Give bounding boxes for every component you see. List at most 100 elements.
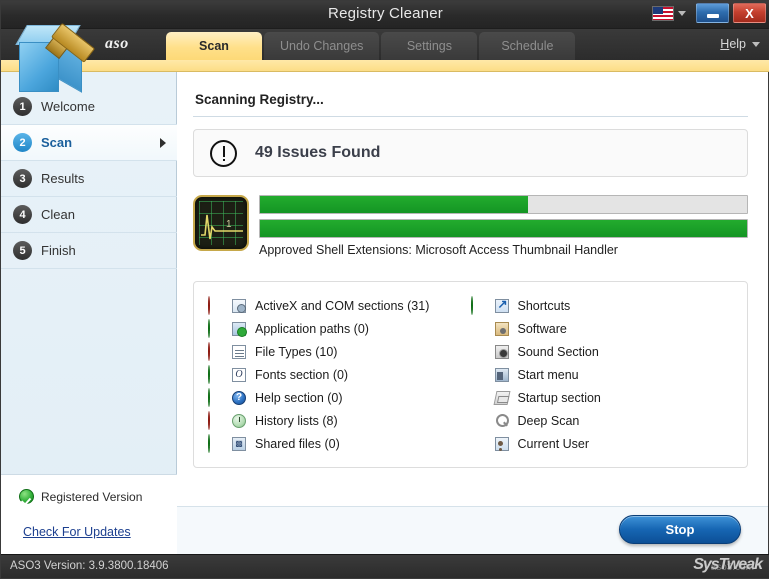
tab-scan-label: Scan	[199, 39, 229, 53]
list-item[interactable]: Start menu	[471, 363, 734, 386]
us-flag-icon[interactable]	[652, 5, 674, 21]
check-circle-icon	[208, 364, 210, 384]
action-bar: Stop	[177, 506, 768, 554]
step-number-1: 1	[13, 97, 32, 116]
list-item[interactable]: Current User	[471, 432, 734, 455]
close-button[interactable]: X	[733, 3, 766, 23]
category-label: Software	[517, 321, 567, 336]
apppaths-icon	[232, 321, 247, 337]
step-number-3: 3	[13, 169, 32, 188]
language-chevron-down-icon[interactable]	[678, 10, 686, 16]
help-menu-button[interactable]: Help	[720, 37, 760, 51]
category-label: Application paths (0)	[255, 321, 369, 336]
tab-schedule[interactable]: Schedule	[479, 32, 576, 60]
check-circle-icon	[208, 387, 210, 407]
sidebar-item-results[interactable]: 3 Results	[1, 161, 177, 197]
current-progress-fill	[260, 220, 747, 237]
check-circle-icon	[208, 433, 210, 453]
scan-categories-panel: ActiveX and COM sections (31) Applicatio…	[193, 281, 748, 468]
category-label: ActiveX and COM sections (31)	[255, 298, 430, 313]
sidebar-item-welcome-label: Welcome	[41, 99, 95, 114]
list-item[interactable]: Application paths (0)	[208, 317, 471, 340]
error-circle-icon	[208, 410, 210, 430]
step-number-2: 2	[13, 133, 32, 152]
chevron-right-icon	[160, 138, 166, 148]
exclamation-circle-icon	[210, 139, 237, 167]
help-icon: ?	[232, 390, 246, 405]
category-label: Start menu	[517, 367, 579, 382]
step-number-4: 4	[13, 205, 32, 224]
registry-cleaner-window: Registry Cleaner X aso Scan Undo Changes	[0, 0, 769, 579]
fonts-icon: O	[232, 367, 246, 382]
help-label: Help	[720, 37, 746, 51]
sidebar-item-scan[interactable]: 2 Scan	[1, 125, 177, 161]
brand-logo-text: aso	[105, 35, 129, 52]
progress-bars: Approved Shell Extensions: Microsoft Acc…	[259, 195, 748, 257]
sidebar-item-finish[interactable]: 5 Finish	[1, 233, 177, 269]
registered-version-label: Registered Version	[41, 489, 143, 504]
error-circle-icon	[208, 341, 210, 361]
list-item[interactable]: ▩ Shared files (0)	[208, 432, 471, 455]
list-item[interactable]: File Types (10)	[208, 340, 471, 363]
step-number-5: 5	[13, 241, 32, 260]
category-label: Deep Scan	[517, 413, 580, 428]
title-bar: Registry Cleaner X	[1, 1, 769, 29]
overall-progress-fill	[260, 196, 528, 213]
app-logo	[7, 19, 103, 97]
sound-icon	[494, 344, 509, 359]
current-scan-item: Approved Shell Extensions: Microsoft Acc…	[259, 243, 618, 257]
tab-list: Scan Undo Changes Settings Schedule	[166, 32, 576, 60]
tab-settings[interactable]: Settings	[381, 32, 478, 60]
list-item[interactable]: ? Help section (0)	[208, 386, 471, 409]
startup-icon	[493, 390, 510, 405]
tab-settings-label: Settings	[406, 39, 452, 53]
gold-accent-strip	[1, 60, 769, 72]
tab-bar: aso Scan Undo Changes Settings Schedule …	[1, 29, 769, 60]
waveform-icon	[201, 214, 243, 240]
stop-button-label: Stop	[665, 522, 695, 537]
sidebar-item-scan-label: Scan	[41, 135, 73, 150]
sidebar-footer: Registered Version Check For Updates	[1, 474, 177, 554]
category-label: Shared files (0)	[255, 436, 340, 451]
close-icon: X	[745, 5, 754, 21]
currentuser-icon	[494, 436, 509, 451]
main-content: Scanning Registry... 49 Issues Found 1 A…	[177, 72, 768, 554]
minimize-button[interactable]	[696, 3, 729, 23]
sidebar-item-clean-label: Clean	[41, 207, 75, 222]
category-label: Help section (0)	[255, 390, 343, 405]
list-item[interactable]: Sound Section	[471, 340, 734, 363]
scan-categories-left-column: ActiveX and COM sections (31) Applicatio…	[208, 294, 471, 455]
sidebar-item-results-label: Results	[41, 171, 85, 186]
overall-progress-bar	[259, 195, 748, 214]
page-title: Scanning Registry...	[195, 92, 324, 107]
category-label: Shortcuts	[517, 298, 571, 313]
title-divider	[193, 116, 748, 117]
category-label: Sound Section	[517, 344, 599, 359]
category-label: File Types (10)	[255, 344, 338, 359]
list-item[interactable]: Software	[471, 317, 734, 340]
list-item[interactable]: ActiveX and COM sections (31)	[208, 294, 471, 317]
software-icon	[494, 321, 509, 336]
tab-undo-changes[interactable]: Undo Changes	[264, 32, 380, 60]
watermark-subtext: aso3.com	[710, 562, 754, 573]
list-item[interactable]: Deep Scan	[471, 409, 734, 432]
list-item[interactable]: Startup section	[471, 386, 734, 409]
scan-progress-row: 1 Approved Shell Extensions: Microsoft A…	[193, 195, 748, 257]
tab-scan[interactable]: Scan	[166, 32, 262, 60]
current-arrow-icon	[470, 295, 473, 315]
check-for-updates-link[interactable]: Check For Updates	[23, 525, 131, 539]
list-item[interactable]: Shortcuts	[470, 294, 734, 317]
registration-status: Registered Version	[1, 475, 177, 504]
stop-button[interactable]: Stop	[619, 515, 741, 544]
sidebar-item-clean[interactable]: 4 Clean	[1, 197, 177, 233]
startmenu-icon	[494, 367, 509, 382]
list-item[interactable]: History lists (8)	[208, 409, 471, 432]
sidebar-item-finish-label: Finish	[41, 243, 76, 258]
tab-undo-changes-label: Undo Changes	[280, 39, 364, 53]
sidebar: 1 Welcome 2 Scan 3 Results 4 Clean 5 Fin…	[1, 72, 177, 554]
category-label: Startup section	[517, 390, 601, 405]
activex-icon	[232, 298, 246, 313]
history-icon	[232, 413, 246, 428]
oscilloscope-icon: 1	[193, 195, 249, 251]
list-item[interactable]: O Fonts section (0)	[208, 363, 471, 386]
